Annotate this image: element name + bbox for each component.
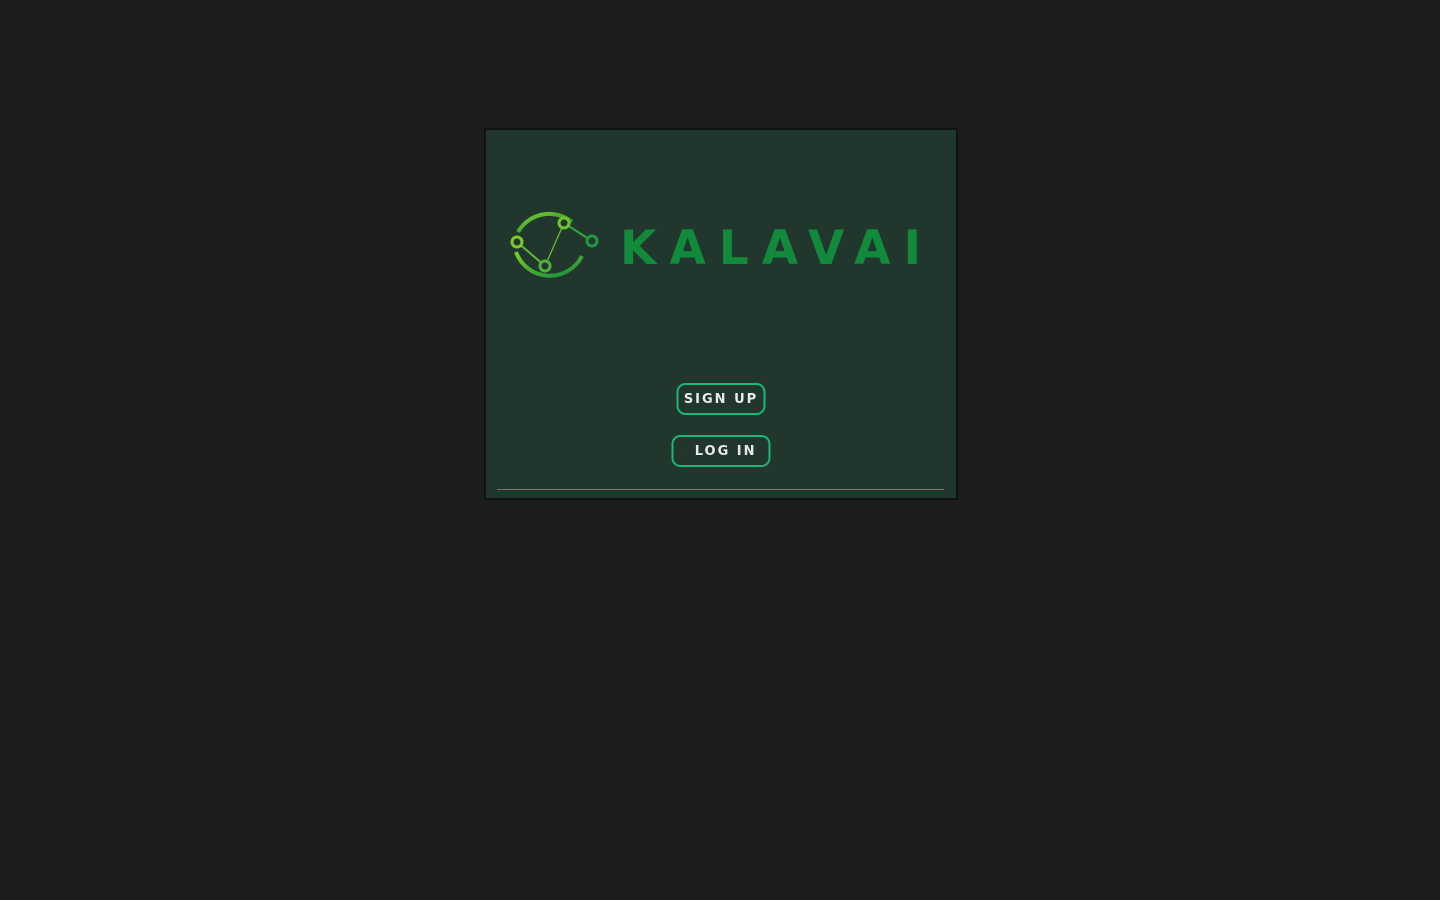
brand-logo: KALAVAI — [508, 206, 938, 282]
brand-wordmark: KALAVAI — [620, 221, 934, 276]
sign-up-button[interactable]: SIGN UP — [676, 383, 766, 415]
sign-up-label: SIGN UP — [683, 391, 759, 407]
card-divider — [497, 489, 944, 490]
log-in-label: LOG IN — [694, 443, 757, 459]
network-globe-icon — [510, 211, 599, 278]
auth-card: KALAVAI SIGN UP LOG IN — [484, 128, 958, 500]
log-in-button[interactable]: LOG IN — [671, 435, 771, 467]
